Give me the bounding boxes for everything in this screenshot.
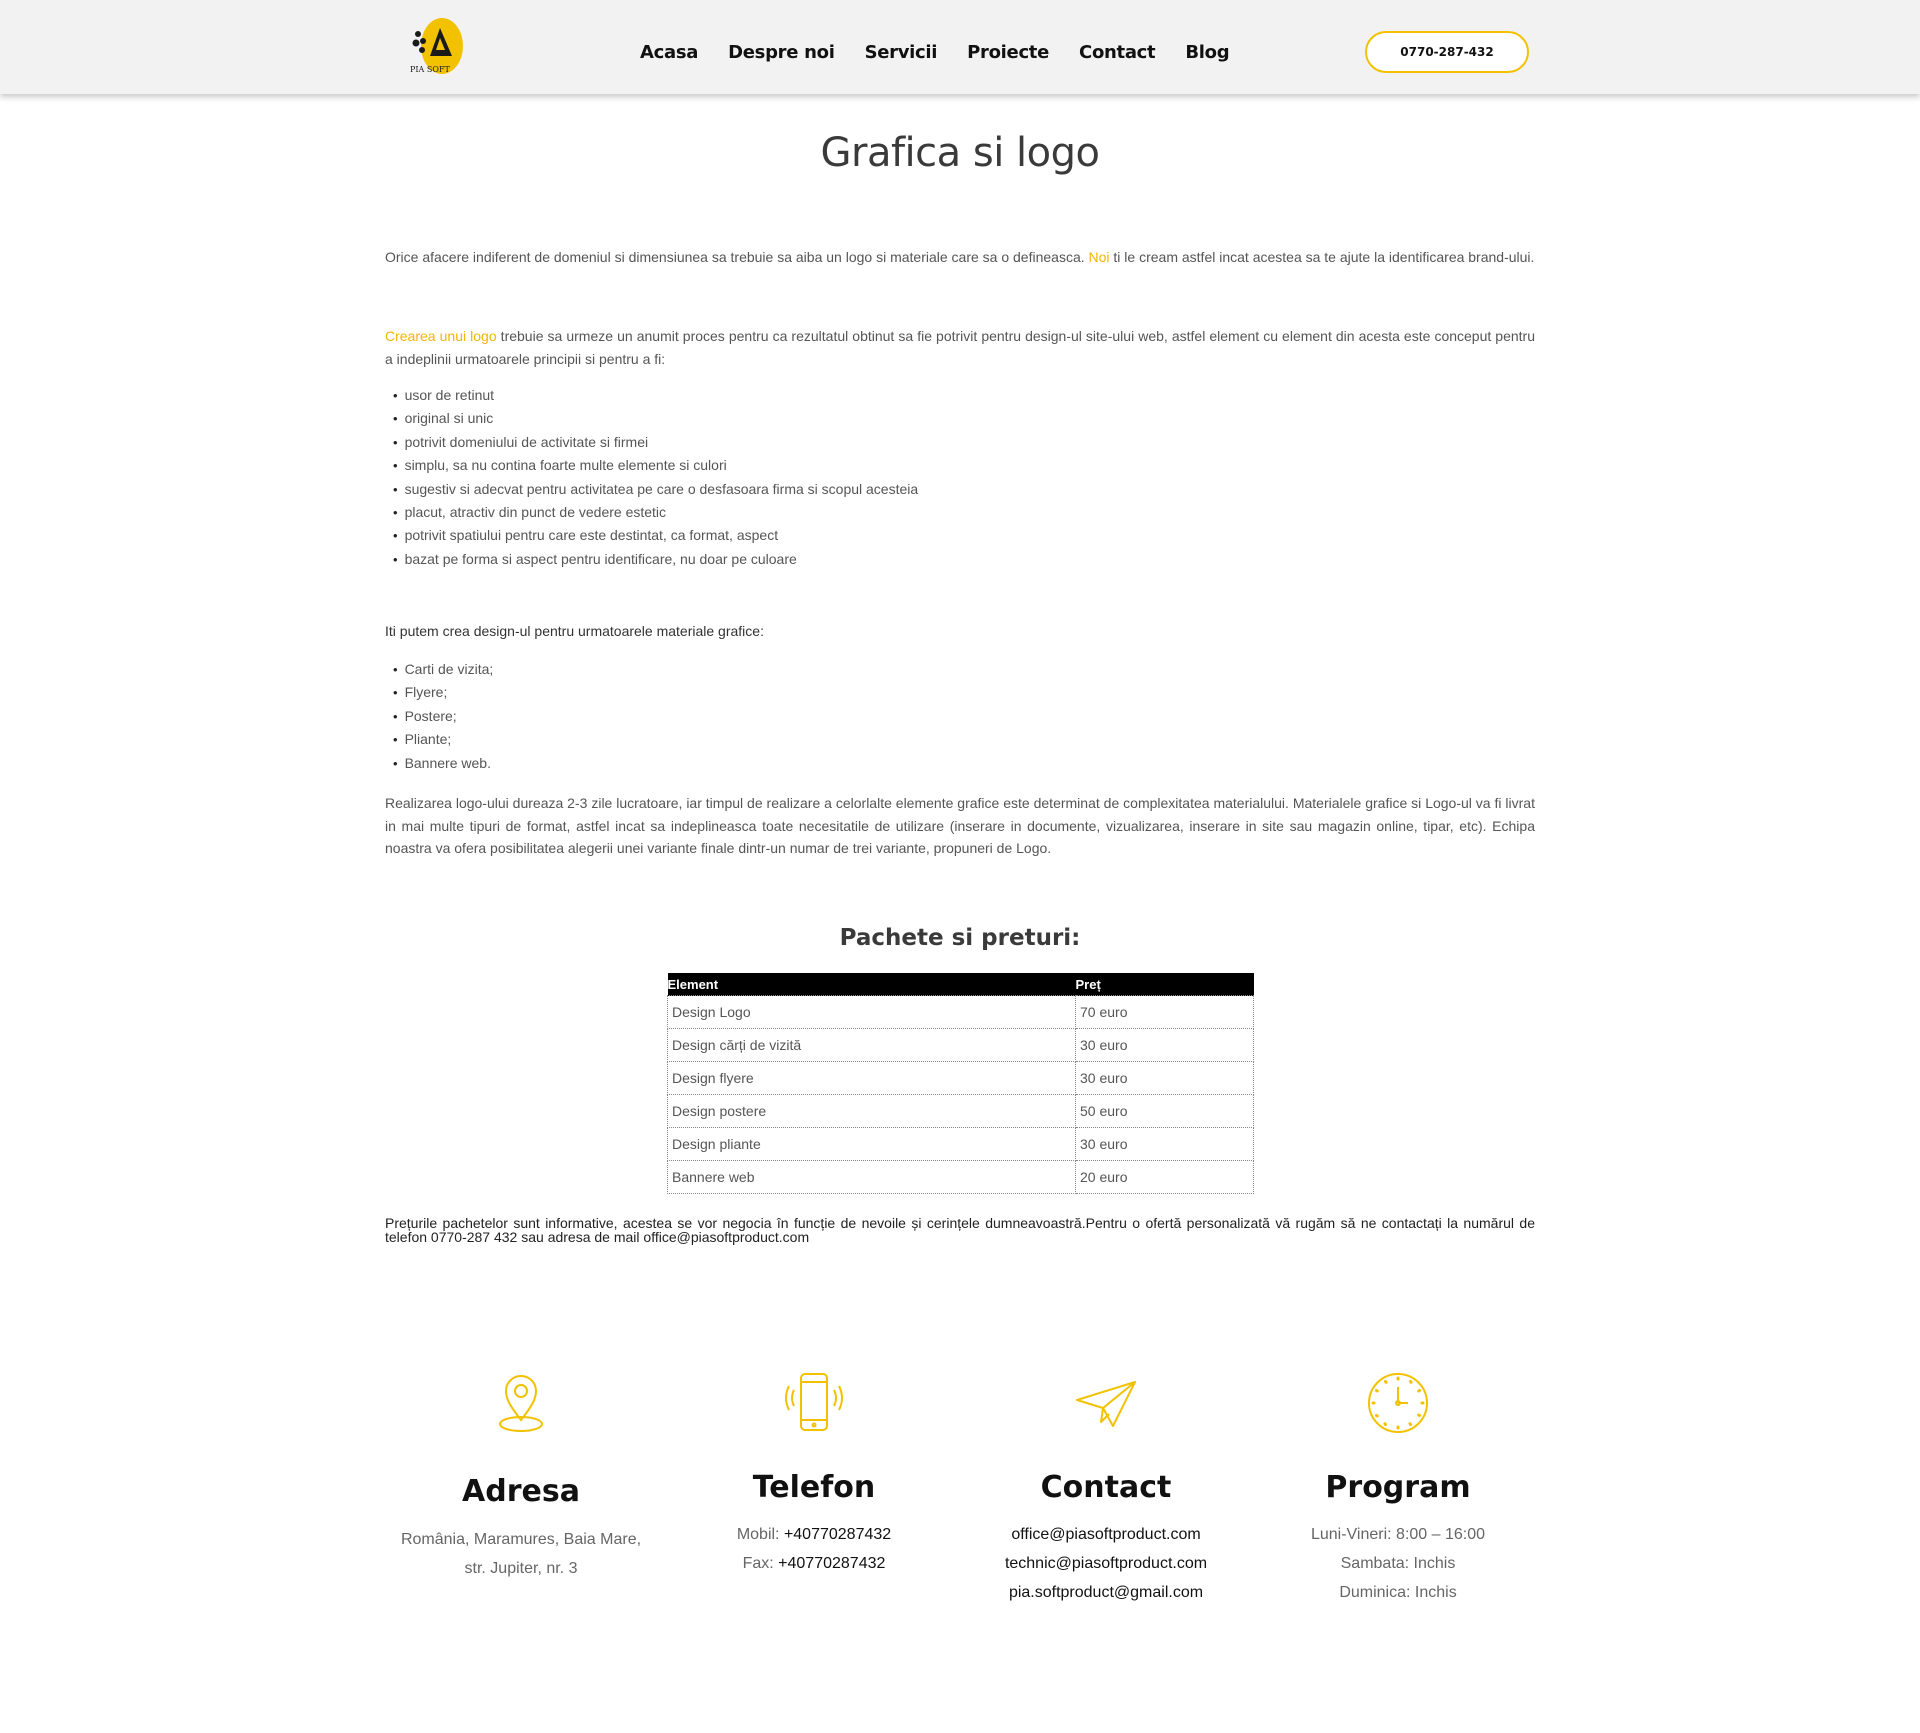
email-office-link[interactable]: office@piasoftproduct.com bbox=[971, 1520, 1241, 1549]
nav-contact[interactable]: Contact bbox=[1079, 42, 1156, 63]
table-cell: Design flyere bbox=[667, 1061, 1076, 1095]
phone-button[interactable]: 0770-287-432 bbox=[1365, 31, 1529, 73]
phone-lines: Mobil: +40770287432 Fax: +40770287432 bbox=[679, 1520, 949, 1578]
logo-process-text: trebuie sa urmeze un anumit proces pentr… bbox=[385, 328, 1536, 367]
table-cell: 30 euro bbox=[1075, 1127, 1254, 1161]
table-row: Design pliante 30 euro bbox=[667, 1127, 1254, 1161]
table-cell: 30 euro bbox=[1075, 1028, 1254, 1062]
fax-label: Fax: bbox=[742, 1555, 779, 1572]
fax-number-link[interactable]: +40770287432 bbox=[778, 1555, 885, 1572]
address-line: România, Maramures, Baia Mare, bbox=[400, 1531, 642, 1548]
main-nav: Acasa Despre noi Servicii Proiecte Conta… bbox=[640, 42, 1259, 63]
logo-process-paragraph: Crearea unui logo trebuie sa urmeze un a… bbox=[385, 325, 1535, 370]
email-gmail-link[interactable]: pia.softproduct@gmail.com bbox=[971, 1578, 1241, 1607]
table-header-element: Element bbox=[667, 973, 1076, 996]
phone-block: Telefon Mobil: +40770287432 Fax: +407702… bbox=[679, 1370, 949, 1572]
address-lines: România, Maramures, Baia Mare, str. Jupi… bbox=[386, 1525, 656, 1583]
list-item: Postere; bbox=[393, 705, 493, 728]
mobile-number-link[interactable]: +40770287432 bbox=[784, 1526, 891, 1543]
pia-soft-logo-icon: PIA SOFT bbox=[410, 18, 463, 74]
program-line: Luni-Vineri: 8:00 – 16:00 bbox=[1310, 1526, 1486, 1543]
materials-heading: Iti putem crea design-ul pentru urmatoar… bbox=[385, 623, 764, 639]
smartphone-icon bbox=[781, 1370, 847, 1436]
delivery-paragraph: Realizarea logo-ului dureaza 2-3 zile lu… bbox=[385, 795, 1535, 856]
list-item: placut, atractiv din punct de vedere est… bbox=[393, 501, 918, 524]
intro-text-end: ti le cream astfel incat acestea sa te a… bbox=[1109, 249, 1535, 265]
list-item: bazat pe forma si aspect pentru identifi… bbox=[393, 548, 918, 571]
map-pin-icon bbox=[488, 1370, 554, 1436]
program-line: Sambata: Inchis bbox=[1340, 1555, 1456, 1572]
intro-text-start: Orice afacere indiferent de domeniul si … bbox=[385, 249, 1089, 265]
principles-list: usor de retinut original si unic potrivi… bbox=[393, 384, 919, 571]
table-cell: Bannere web bbox=[667, 1160, 1076, 1194]
table-row: Bannere web 20 euro bbox=[667, 1160, 1254, 1194]
crearea-logo-link[interactable]: Crearea unui logo bbox=[385, 328, 497, 344]
list-item: Bannere web. bbox=[393, 752, 493, 775]
program-lines: Luni-Vineri: 8:00 – 16:00 Sambata: Inchi… bbox=[1263, 1520, 1533, 1607]
price-table: Element Preț Design Logo 70 euro Design … bbox=[667, 973, 1254, 1194]
intro-paragraph: Orice afacere indiferent de domeniul si … bbox=[385, 246, 1535, 269]
contact-title: Contact bbox=[1040, 1470, 1172, 1505]
phone-title: Telefon bbox=[752, 1470, 876, 1505]
nav-blog[interactable]: Blog bbox=[1185, 42, 1229, 63]
materials-list: Carti de vizita; Flyere; Postere; Pliant… bbox=[393, 658, 494, 775]
nav-proiecte[interactable]: Proiecte bbox=[967, 42, 1049, 63]
table-cell: 70 euro bbox=[1075, 995, 1254, 1029]
list-item: original si unic bbox=[393, 407, 918, 430]
list-item: Carti de vizita; bbox=[393, 658, 494, 681]
program-line: Duminica: Inchis bbox=[1339, 1584, 1457, 1601]
address-block: Adresa România, Maramures, Baia Mare, st… bbox=[386, 1370, 656, 1577]
nav-acasa[interactable]: Acasa bbox=[640, 42, 698, 63]
nav-despre-noi[interactable]: Despre noi bbox=[728, 42, 835, 63]
program-title: Program bbox=[1325, 1470, 1471, 1505]
program-block: Program Luni-Vineri: 8:00 – 16:00 Sambat… bbox=[1263, 1370, 1533, 1601]
paper-plane-icon bbox=[1073, 1370, 1139, 1436]
table-row: Design Logo 70 euro bbox=[667, 995, 1254, 1029]
logo-link[interactable]: PIA SOFT bbox=[408, 10, 470, 80]
address-title: Adresa bbox=[462, 1474, 580, 1509]
list-item: Pliante; bbox=[393, 728, 493, 751]
list-item: Flyere; bbox=[393, 681, 493, 704]
contact-lines: office@piasoftproduct.com technic@piasof… bbox=[971, 1520, 1241, 1607]
table-cell: 30 euro bbox=[1075, 1061, 1254, 1095]
table-row: Design cărți de vizită 30 euro bbox=[667, 1028, 1254, 1062]
table-cell: Design Logo bbox=[667, 995, 1076, 1029]
table-cell: Design postere bbox=[667, 1094, 1076, 1128]
clock-icon bbox=[1365, 1370, 1431, 1436]
table-cell: 50 euro bbox=[1075, 1094, 1254, 1128]
logo-text: PIA SOFT bbox=[410, 65, 450, 74]
mobile-label: Mobil: bbox=[736, 1526, 784, 1543]
table-row: Design flyere 30 euro bbox=[667, 1061, 1254, 1095]
table-cell: Design pliante bbox=[667, 1127, 1076, 1161]
fax-line: Fax: +40770287432 bbox=[679, 1549, 949, 1578]
packages-title: Pachete si preturi: bbox=[839, 925, 1081, 951]
table-cell: 20 euro bbox=[1075, 1160, 1254, 1194]
contact-block: Contact office@piasoftproduct.com techni… bbox=[971, 1370, 1241, 1601]
nav-servicii[interactable]: Servicii bbox=[865, 42, 938, 63]
noi-link[interactable]: Noi bbox=[1089, 249, 1110, 265]
pricing-note: Prețurile pachetelor sunt informative, a… bbox=[385, 1215, 1535, 1245]
list-item: simplu, sa nu contina foarte multe eleme… bbox=[393, 454, 918, 477]
mobile-line: Mobil: +40770287432 bbox=[679, 1520, 949, 1549]
table-header-row: Element Preț bbox=[667, 973, 1254, 996]
table-cell: Design cărți de vizită bbox=[667, 1028, 1076, 1062]
table-header-price: Preț bbox=[1075, 973, 1254, 996]
list-item: sugestiv si adecvat pentru activitatea p… bbox=[393, 478, 919, 501]
page-title: Grafica si logo bbox=[820, 130, 1100, 176]
table-row: Design postere 50 euro bbox=[667, 1094, 1254, 1128]
email-technic-link[interactable]: technic@piasoftproduct.com bbox=[971, 1549, 1241, 1578]
list-item: usor de retinut bbox=[393, 384, 918, 407]
list-item: potrivit domeniului de activitate si fir… bbox=[393, 431, 918, 454]
site-header: PIA SOFT Acasa Despre noi Servicii Proie… bbox=[0, 0, 1920, 94]
list-item: potrivit spatiului pentru care este dest… bbox=[393, 524, 918, 547]
address-line: str. Jupiter, nr. 3 bbox=[464, 1560, 578, 1577]
